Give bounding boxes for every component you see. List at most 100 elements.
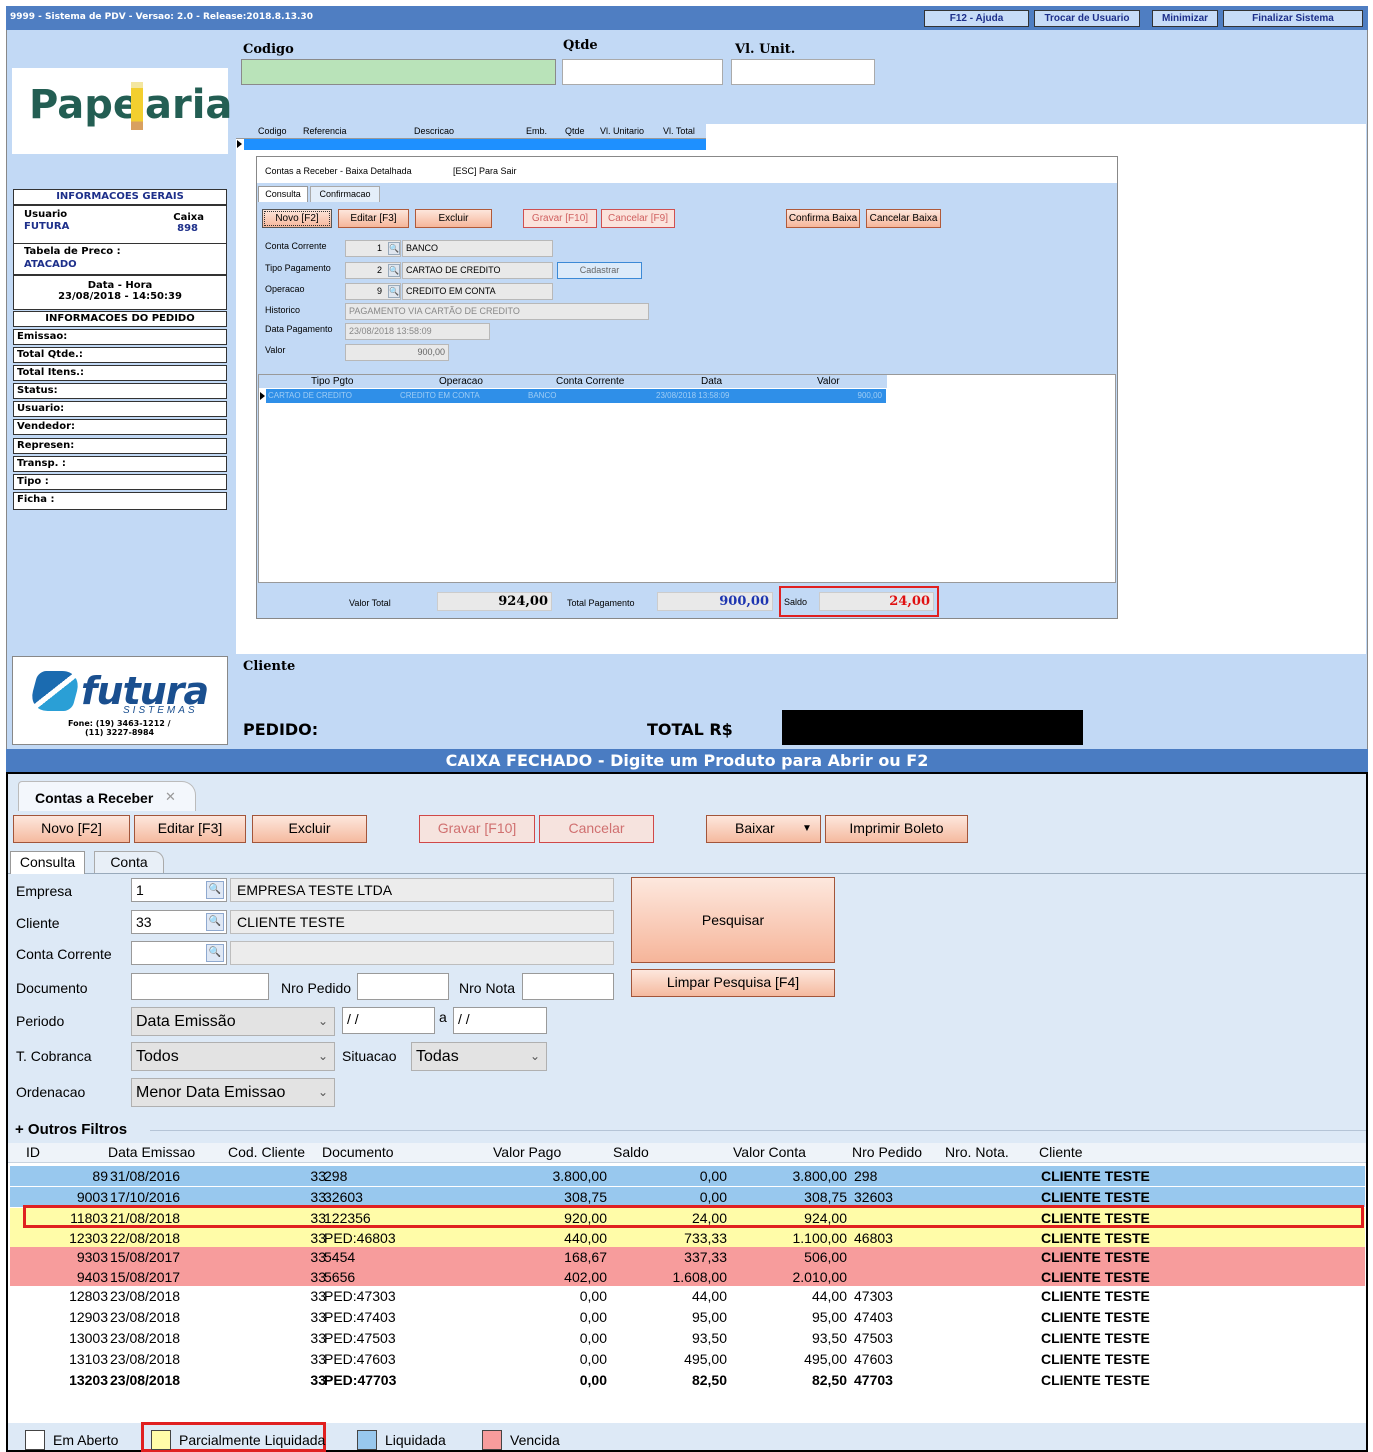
- dialog-tab-consulta[interactable]: Consulta: [258, 186, 308, 202]
- pag-conta: BANCO: [528, 391, 557, 400]
- pagamento-row[interactable]: CARTAO DE CREDITO CREDITO EM CONTA BANCO…: [266, 389, 886, 403]
- novo-button[interactable]: Novo [F2]: [13, 815, 130, 843]
- empresa-search-icon[interactable]: 🔍: [206, 881, 224, 899]
- cliente-search-icon[interactable]: 🔍: [206, 913, 224, 931]
- table-row[interactable]: 9003 17/10/2016 33 32603 308,75 0,00 308,75 326…: [10, 1187, 1365, 1207]
- close-icon[interactable]: ✕: [165, 789, 176, 805]
- pedido-label: PEDIDO:: [243, 720, 319, 739]
- empresa-code-input[interactable]: 1 🔍: [131, 878, 227, 902]
- ordenacao-select[interactable]: Menor Data Emissao ⌄: [131, 1078, 335, 1107]
- cliente-code-input[interactable]: 33 🔍: [131, 910, 227, 934]
- dialog-tab-confirmacao[interactable]: Confirmacao: [310, 186, 380, 202]
- help-button[interactable]: F12 - Ajuda: [924, 10, 1029, 27]
- pencil-icon: [131, 82, 143, 130]
- dialog-cancelar-button[interactable]: Cancelar [F9]: [601, 209, 675, 228]
- table-row[interactable]: 13203 23/08/2018 33 PED:47703 0,00 82,50 82,50…: [10, 1370, 1365, 1390]
- futura-logo: futura SISTEMAS Fone: (19) 3463-1212 / (…: [12, 656, 228, 745]
- periodo-select[interactable]: Data Emissão ⌄: [131, 1007, 335, 1036]
- data-pagamento-input[interactable]: 23/08/2018 13:58:09: [345, 323, 490, 340]
- valor-input[interactable]: 900,00: [345, 344, 449, 361]
- situacao-select[interactable]: Todas ⌄: [411, 1042, 547, 1071]
- chevron-down-icon[interactable]: ▼: [802, 816, 812, 841]
- vl-unit-input[interactable]: [731, 59, 875, 85]
- cell-pedido: 47503: [854, 1330, 893, 1346]
- dialog-gravar-button[interactable]: Gravar [F10]: [523, 209, 597, 228]
- items-grid-selected-row[interactable]: [244, 139, 706, 150]
- operacao-label: Operacao: [265, 284, 305, 294]
- cell-saldo: 93,50: [691, 1330, 727, 1346]
- cobranca-select[interactable]: Todos ⌄: [131, 1042, 335, 1071]
- table-row[interactable]: 89 31/08/2016 33 298 3.800,00 0,00 3.800,00 298…: [10, 1166, 1365, 1186]
- table-row[interactable]: 13103 23/08/2018 33 PED:47603 0,00 495,00 495,…: [10, 1349, 1365, 1369]
- conta-search-icon[interactable]: 🔍: [388, 242, 400, 255]
- outros-filtros-toggle[interactable]: + Outros Filtros: [15, 1121, 127, 1138]
- table-row[interactable]: 9303 15/08/2017 33 5454 168,67 337,33 506,00 CL…: [10, 1247, 1365, 1267]
- subtab-conta[interactable]: Conta: [94, 851, 164, 873]
- nro-nota-input[interactable]: [522, 973, 614, 1000]
- codigo-input[interactable]: [241, 59, 556, 85]
- date-from-input[interactable]: / /: [342, 1007, 435, 1034]
- empresa-desc: EMPRESA TESTE LTDA: [230, 878, 614, 902]
- baixar-button[interactable]: Baixar ▼: [706, 815, 821, 843]
- exit-system-button[interactable]: Finalizar Sistema: [1223, 10, 1363, 27]
- dialog-novo-button[interactable]: Novo [F2]: [262, 209, 332, 228]
- subtab-consulta[interactable]: Consulta: [10, 851, 85, 874]
- cell-id: 9003: [76, 1189, 108, 1205]
- hdr-documento: Documento: [322, 1144, 394, 1160]
- dialog-editar-button[interactable]: Editar [F3]: [338, 209, 409, 228]
- cell-data: 31/08/2016: [110, 1168, 181, 1184]
- cancelar-baixa-button[interactable]: Cancelar Baixa: [866, 209, 941, 228]
- cell-data: 15/08/2017: [110, 1249, 181, 1265]
- table-row[interactable]: 13003 23/08/2018 33 PED:47503 0,00 93,50 93,50…: [10, 1328, 1365, 1348]
- tabela-value: ATACADO: [24, 259, 77, 270]
- conta-corrente-search-icon[interactable]: 🔍: [206, 944, 224, 962]
- tabela-label: Tabela de Preco :: [24, 246, 121, 257]
- imprimir-boleto-button[interactable]: Imprimir Boleto: [825, 815, 968, 843]
- qtde-label: Qtde: [563, 38, 598, 53]
- data-hora-label: Data - Hora: [87, 280, 153, 291]
- info-header: INFORMACOES GERAIS: [13, 189, 227, 205]
- futura-phone1: Fone: (19) 3463-1212 /: [68, 719, 171, 728]
- contas-tab[interactable]: Contas a Receber ✕: [18, 781, 196, 811]
- cliente-desc: CLIENTE TESTE: [230, 910, 614, 934]
- results-header: ID Data Emissao Cod. Cliente Documento V…: [8, 1143, 1366, 1163]
- dialog-title: Contas a Receber - Baixa Detalhada: [265, 166, 412, 176]
- documento-input[interactable]: [131, 973, 269, 1000]
- swatch-vencida: [482, 1430, 502, 1450]
- cancelar-button[interactable]: Cancelar: [539, 815, 654, 843]
- nro-pedido-input[interactable]: [357, 973, 449, 1000]
- tabela-preco-box: Tabela de Preco : ATACADO: [13, 243, 227, 275]
- date-to-input[interactable]: / /: [453, 1007, 547, 1034]
- cadastrar-button[interactable]: Cadastrar: [557, 262, 642, 279]
- switch-user-button[interactable]: Trocar de Usuario: [1034, 10, 1140, 27]
- pesquisar-button[interactable]: Pesquisar: [631, 877, 835, 963]
- cell-data: 23/08/2018: [110, 1309, 181, 1325]
- ficha-field: Ficha :: [13, 492, 227, 510]
- historico-input[interactable]: PAGAMENTO VIA CARTÃO DE CREDITO: [345, 303, 649, 320]
- transp-field: Transp. :: [13, 456, 227, 472]
- table-row[interactable]: 12803 23/08/2018 33 PED:47303 0,00 44,00 44,00…: [10, 1286, 1365, 1306]
- dialog-excluir-button[interactable]: Excluir: [415, 209, 492, 228]
- excluir-button[interactable]: Excluir: [252, 815, 367, 843]
- operacao-search-icon[interactable]: 🔍: [388, 285, 400, 298]
- table-row[interactable]: 12903 23/08/2018 33 PED:47403 0,00 95,00 95,00…: [10, 1307, 1365, 1327]
- table-row[interactable]: 9403 15/08/2017 33 5656 402,00 1.608,00 2.010,…: [10, 1267, 1365, 1287]
- confirma-baixa-button[interactable]: Confirma Baixa: [786, 209, 860, 228]
- cell-pago: 0,00: [579, 1309, 607, 1325]
- qtde-input[interactable]: [562, 59, 723, 85]
- gravar-button[interactable]: Gravar [F10]: [419, 815, 535, 843]
- tipo-search-icon[interactable]: 🔍: [388, 264, 400, 277]
- table-row[interactable]: 12303 22/08/2018 33 PED:46803 440,00 733,33 1.…: [10, 1228, 1365, 1248]
- logo-text-a: Pape: [29, 82, 140, 128]
- titlebar-title: 9999 - Sistema de PDV - Versao: 2.0 - Re…: [10, 12, 313, 22]
- minimize-button[interactable]: Minimizar: [1152, 10, 1218, 27]
- col-operacao: Operacao: [439, 376, 483, 387]
- cell-cod: 33: [310, 1168, 326, 1184]
- limpar-pesquisa-button[interactable]: Limpar Pesquisa [F4]: [631, 969, 835, 997]
- cell-pedido: 47703: [854, 1372, 893, 1388]
- editar-button[interactable]: Editar [F3]: [134, 815, 246, 843]
- legend-em-aberto: Em Aberto: [25, 1430, 118, 1450]
- conta-corrente-code-input[interactable]: 🔍: [131, 941, 227, 965]
- futura-phone2: (11) 3227-8984: [85, 728, 155, 737]
- cell-cliente: CLIENTE TESTE: [1041, 1330, 1150, 1346]
